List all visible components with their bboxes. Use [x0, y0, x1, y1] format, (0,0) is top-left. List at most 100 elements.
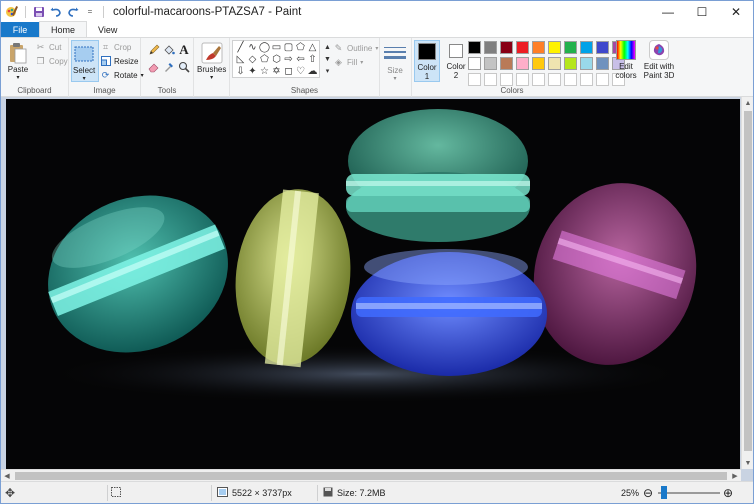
- palette-swatch[interactable]: [468, 73, 481, 86]
- brushes-button[interactable]: Brushes ▾: [197, 41, 226, 81]
- paste-button[interactable]: Paste ▾: [7, 41, 29, 81]
- tab-home[interactable]: Home: [39, 21, 88, 37]
- palette-swatch[interactable]: [516, 73, 529, 86]
- palette-swatch[interactable]: [596, 57, 609, 70]
- palette-swatch[interactable]: [468, 41, 481, 54]
- image-canvas[interactable]: [6, 99, 740, 469]
- edit-colors-button[interactable]: Edit colors: [612, 40, 640, 80]
- speech-bubble-shape-icon[interactable]: ♡: [295, 66, 306, 77]
- palette-swatch[interactable]: [516, 57, 529, 70]
- palette-swatch[interactable]: [580, 41, 593, 54]
- close-button[interactable]: ✕: [719, 1, 753, 23]
- left-arrow-shape-icon[interactable]: ⇦: [295, 54, 306, 65]
- up-arrow-shape-icon[interactable]: ⇧: [307, 54, 318, 65]
- crop-button[interactable]: ⌗ Crop: [100, 41, 131, 53]
- vertical-scroll-thumb[interactable]: [744, 111, 752, 451]
- horizontal-scroll-thumb[interactable]: [15, 472, 727, 480]
- horizontal-scrollbar[interactable]: ◀ ▶: [1, 469, 741, 481]
- palette-swatch[interactable]: [484, 57, 497, 70]
- palette-swatch[interactable]: [484, 73, 497, 86]
- right-arrow-shape-icon[interactable]: ⇨: [283, 54, 294, 65]
- polygon-shape-icon[interactable]: ⬠: [295, 42, 306, 53]
- copy-button[interactable]: ❐ Copy: [35, 55, 67, 67]
- triangle-shape-icon[interactable]: △: [307, 42, 318, 53]
- fill-bucket-icon[interactable]: [162, 43, 176, 57]
- outline-button[interactable]: ✎ Outline ▾: [333, 42, 379, 54]
- palette-swatch[interactable]: [500, 41, 513, 54]
- fill-icon: ◈: [335, 56, 342, 67]
- palette-swatch[interactable]: [484, 41, 497, 54]
- text-tool-icon[interactable]: A: [177, 42, 191, 57]
- palette-swatch[interactable]: [532, 73, 545, 86]
- palette-swatch[interactable]: [516, 41, 529, 54]
- maximize-button[interactable]: ☐: [685, 1, 719, 23]
- cloud-shape-icon[interactable]: ☁: [307, 66, 318, 77]
- save-icon[interactable]: [32, 5, 46, 19]
- palette-swatch[interactable]: [500, 73, 513, 86]
- zoom-in-icon[interactable]: ⊕: [723, 482, 733, 503]
- size-button[interactable]: Size ▾: [384, 42, 406, 82]
- palette-swatch[interactable]: [548, 73, 561, 86]
- fill-button[interactable]: ◈ Fill ▾: [333, 56, 363, 68]
- palette-swatch[interactable]: [500, 57, 513, 70]
- palette-swatch[interactable]: [580, 73, 593, 86]
- color2-button[interactable]: Color 2: [444, 40, 468, 82]
- redo-icon[interactable]: [66, 5, 80, 19]
- undo-icon[interactable]: [49, 5, 63, 19]
- expand-gallery-icon[interactable]: ▾: [322, 66, 333, 77]
- zoom-out-icon[interactable]: ⊖: [643, 482, 653, 503]
- chevron-down-icon: ▾: [210, 75, 214, 81]
- palette-swatch[interactable]: [564, 41, 577, 54]
- cut-button[interactable]: ✂ Cut: [35, 41, 62, 53]
- vertical-scrollbar[interactable]: ▲ ▼: [741, 97, 753, 469]
- palette-swatch[interactable]: [564, 57, 577, 70]
- resize-button[interactable]: Resize: [100, 55, 138, 67]
- rotate-button[interactable]: ⟳ Rotate ▾: [100, 69, 144, 81]
- palette-swatch[interactable]: [564, 73, 577, 86]
- zoom-slider-track[interactable]: [658, 492, 720, 494]
- curve-shape-icon[interactable]: ∿: [247, 42, 258, 53]
- eraser-icon[interactable]: [147, 60, 161, 74]
- scroll-right-arrow-icon[interactable]: ▶: [729, 470, 741, 481]
- edit-with-paint3d-button[interactable]: Edit with Paint 3D: [643, 40, 675, 80]
- right-triangle-shape-icon[interactable]: ◺: [235, 54, 246, 65]
- down-arrow-shape-icon[interactable]: ⇩: [235, 66, 246, 77]
- tab-view[interactable]: View: [87, 22, 128, 37]
- customize-icon[interactable]: =: [83, 5, 97, 19]
- five-point-star-shape-icon[interactable]: ☆: [259, 66, 270, 77]
- zoom-slider-thumb[interactable]: [661, 486, 667, 499]
- window-title: colorful-macaroons-PTAZSA7 - Paint: [113, 6, 302, 18]
- scroll-down-icon[interactable]: ▼: [322, 54, 333, 65]
- rounded-rectangle-shape-icon[interactable]: ▢: [283, 42, 294, 53]
- line-shape-icon[interactable]: ╱: [235, 42, 246, 53]
- tab-file[interactable]: File: [1, 22, 39, 37]
- six-point-star-shape-icon[interactable]: ✡: [271, 66, 282, 77]
- four-point-star-shape-icon[interactable]: ✦: [247, 66, 258, 77]
- palette-swatch[interactable]: [596, 73, 609, 86]
- rectangle-shape-icon[interactable]: ▭: [271, 42, 282, 53]
- magnifier-icon[interactable]: [177, 60, 191, 74]
- palette-swatch[interactable]: [596, 41, 609, 54]
- pentagon-shape-icon[interactable]: ⬠: [259, 54, 270, 65]
- palette-swatch[interactable]: [548, 41, 561, 54]
- palette-swatch[interactable]: [468, 57, 481, 70]
- scroll-up-arrow-icon[interactable]: ▲: [742, 97, 753, 109]
- palette-swatch[interactable]: [532, 57, 545, 70]
- palette-swatch[interactable]: [532, 41, 545, 54]
- scroll-down-arrow-icon[interactable]: ▼: [742, 457, 753, 469]
- oval-shape-icon[interactable]: ◯: [259, 42, 270, 53]
- palette-swatch[interactable]: [580, 57, 593, 70]
- scroll-up-icon[interactable]: ▲: [322, 42, 333, 53]
- hexagon-shape-icon[interactable]: ⬡: [271, 54, 282, 65]
- selection-rectangle-icon: [73, 42, 95, 66]
- palette-swatch[interactable]: [548, 57, 561, 70]
- scroll-left-arrow-icon[interactable]: ◀: [1, 470, 13, 481]
- callout-shape-icon[interactable]: ◻: [283, 66, 294, 77]
- rotate-label: Rotate: [114, 70, 138, 80]
- edit-with-paint3d-label: Edit with Paint 3D: [643, 62, 675, 80]
- color-picker-icon[interactable]: [162, 60, 176, 74]
- minimize-button[interactable]: —: [651, 1, 685, 23]
- color1-button[interactable]: Color 1: [414, 40, 440, 82]
- diamond-shape-icon[interactable]: ◇: [247, 54, 258, 65]
- pencil-icon[interactable]: [147, 43, 161, 57]
